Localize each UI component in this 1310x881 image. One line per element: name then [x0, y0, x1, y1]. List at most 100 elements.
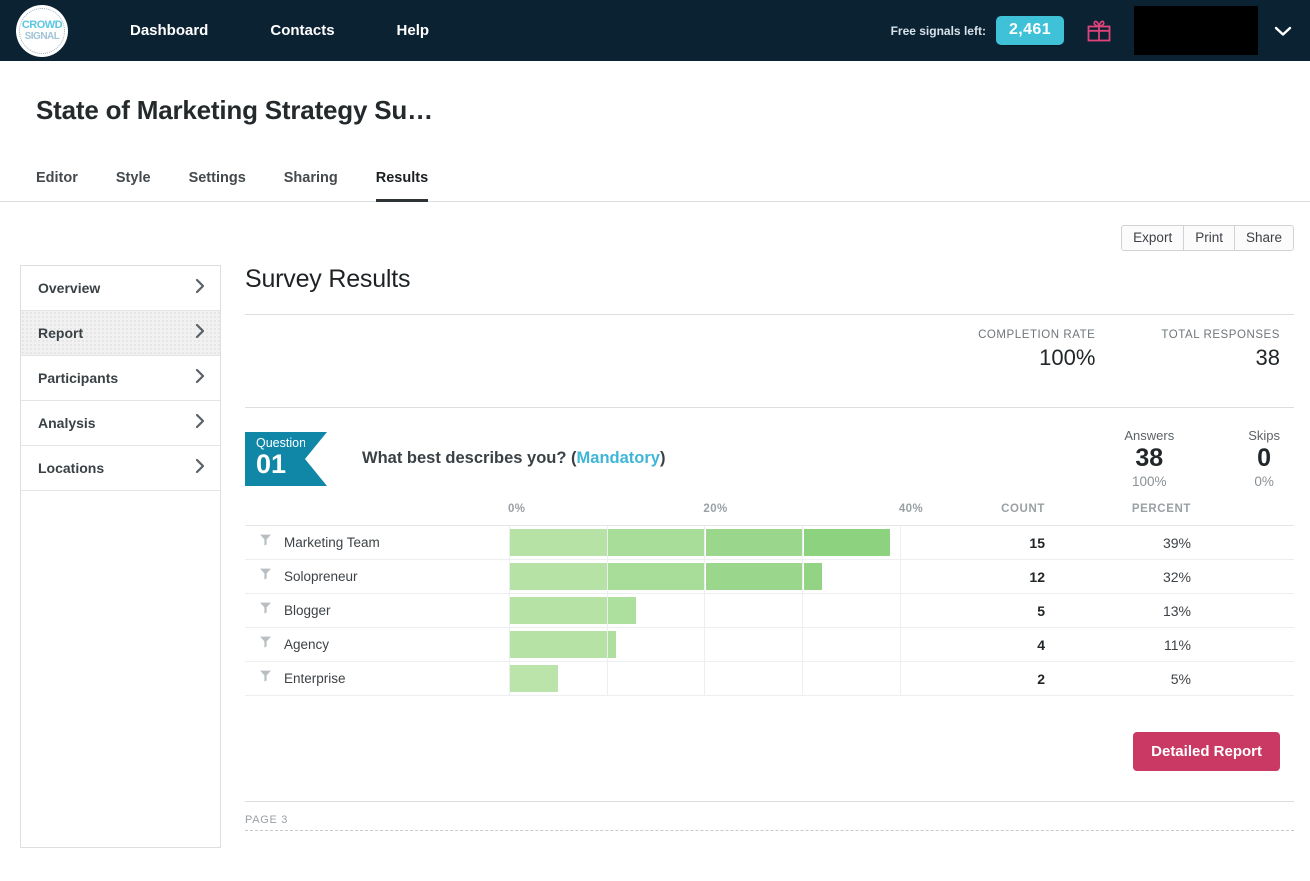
gridline: [606, 662, 608, 695]
chevron-right-icon: [195, 323, 205, 344]
free-signals-badge[interactable]: 2,461: [995, 16, 1064, 45]
content-area: Overview Report Participants Analysis Lo…: [0, 251, 1310, 848]
answer-label: Enterprise: [284, 671, 346, 686]
avatar-redacted-box[interactable]: [1134, 6, 1258, 55]
question-badge-word: Question: [256, 435, 307, 450]
bar-segment: [705, 563, 803, 590]
answers-percent: 100%: [1132, 474, 1167, 489]
nav-right-cluster: Free signals left: 2,461: [891, 0, 1310, 61]
answer-count: 15: [1029, 534, 1045, 551]
table-row: Marketing Team 15 39%: [245, 526, 1294, 560]
filter-icon[interactable]: [259, 601, 272, 620]
primary-nav-links: Dashboard Contacts Help: [130, 22, 491, 39]
tab-editor[interactable]: Editor: [36, 170, 78, 202]
answer-count: 2: [1037, 670, 1045, 687]
gridline: [802, 594, 804, 627]
chart-rows: Marketing Team 15 39% Solopreneur 12 32% Blogg…: [245, 525, 1294, 696]
gift-icon[interactable]: [1086, 18, 1112, 43]
sidebar-item-label: Analysis: [38, 415, 96, 431]
answer-percent: 11%: [1164, 636, 1191, 653]
nav-link-contacts[interactable]: Contacts: [270, 22, 334, 39]
answer-label: Agency: [284, 637, 330, 652]
page-header: State of Marketing Strategy Su… Editor S…: [0, 61, 1310, 202]
crowdsignal-logo[interactable]: CROWD SIGNAL: [16, 4, 68, 57]
answer-label: Blogger: [284, 603, 331, 618]
gridline: [899, 628, 901, 661]
page-number-label: PAGE 3: [245, 814, 289, 826]
export-button[interactable]: Export: [1122, 226, 1185, 250]
sidebar-item-participants[interactable]: Participants: [21, 356, 220, 401]
dashed-divider: [245, 830, 1294, 831]
gridline: [802, 662, 804, 695]
stat-completion-rate: COMPLETION RATE 100%: [978, 329, 1095, 371]
skips-value: 0: [1257, 444, 1272, 472]
sidebar-item-locations[interactable]: Locations: [21, 446, 220, 491]
stat-total-responses: TOTAL RESPONSES 38: [1161, 329, 1280, 371]
stat-label: COMPLETION RATE: [978, 329, 1096, 341]
top-navigation-bar: CROWD SIGNAL Dashboard Contacts Help Fre…: [0, 0, 1310, 61]
answer-percent: 32%: [1162, 568, 1191, 585]
logo-text-line2: SIGNAL: [24, 30, 60, 42]
stat-skips: Skips 0 0%: [1248, 428, 1280, 489]
sidebar-item-label: Overview: [38, 280, 101, 296]
axis-tick-label: 0%: [508, 503, 526, 515]
tab-results[interactable]: Results: [375, 170, 429, 202]
sidebar-item-analysis[interactable]: Analysis: [21, 401, 220, 446]
answer-percent: 5%: [1170, 670, 1191, 687]
table-row: Agency 4 11%: [245, 628, 1294, 662]
gridline: [899, 594, 901, 627]
question-text-before: What best describes you? (: [362, 449, 577, 467]
tab-settings[interactable]: Settings: [189, 170, 246, 202]
bar-segment: [803, 563, 822, 590]
bar-segment: [509, 563, 607, 590]
gridline: [704, 594, 706, 627]
bar-segment: [509, 597, 607, 624]
sidebar-item-report[interactable]: Report: [21, 311, 220, 356]
column-header-count: COUNT: [1001, 503, 1045, 515]
chevron-right-icon: [195, 278, 205, 299]
stat-label: TOTAL RESPONSES: [1161, 329, 1280, 341]
question-text-after: ): [659, 449, 666, 467]
skips-label: Skips: [1248, 428, 1280, 443]
sidebar-item-label: Report: [38, 325, 84, 341]
question-stats: Answers 38 100% Skips 0 0%: [1124, 428, 1294, 489]
logo-text-line1: CROWD: [21, 18, 63, 31]
page-footer: PAGE 3: [245, 802, 1294, 831]
gridline: [704, 628, 706, 661]
bar-segment: [705, 529, 803, 556]
filter-icon[interactable]: [259, 635, 272, 654]
bar: [509, 631, 617, 658]
bar-segment: [803, 529, 891, 556]
export-print-share-group: Export Print Share: [1121, 225, 1294, 251]
table-row: Blogger 5 13%: [245, 594, 1294, 628]
sidebar-item-overview[interactable]: Overview: [21, 266, 220, 311]
filter-icon[interactable]: [259, 533, 272, 552]
print-button[interactable]: Print: [1184, 226, 1235, 250]
chevron-down-icon[interactable]: [1274, 25, 1292, 37]
detailed-report-button[interactable]: Detailed Report: [1133, 732, 1280, 771]
nav-link-help[interactable]: Help: [397, 22, 430, 39]
tab-style[interactable]: Style: [116, 170, 151, 202]
bar-segment: [608, 563, 705, 590]
question-mandatory-label: Mandatory: [576, 449, 660, 467]
table-row: Solopreneur 12 32%: [245, 560, 1294, 594]
share-button[interactable]: Share: [1234, 226, 1293, 250]
gridline: [704, 662, 706, 695]
answer-distribution-chart: 0% 20% 40% COUNT PERCENT Marketing Team 15 3…: [245, 503, 1294, 696]
nav-link-dashboard[interactable]: Dashboard: [130, 22, 208, 39]
bar-cell: [509, 662, 937, 695]
gridline: [899, 560, 901, 593]
bar-cell: [509, 526, 937, 559]
tab-sharing[interactable]: Sharing: [284, 170, 338, 202]
filter-icon[interactable]: [259, 567, 272, 586]
question-header: Question 01 What best describes you? (Ma…: [245, 408, 1294, 489]
filter-icon[interactable]: [259, 669, 272, 688]
bar: [509, 563, 822, 590]
summary-stats: COMPLETION RATE 100% TOTAL RESPONSES 38: [245, 315, 1294, 387]
chevron-right-icon: [195, 368, 205, 389]
gridline: [802, 628, 804, 661]
bar-segment: [509, 631, 607, 658]
skips-percent: 0%: [1254, 474, 1274, 489]
bar-cell: [509, 560, 937, 593]
answers-label: Answers: [1124, 428, 1175, 443]
